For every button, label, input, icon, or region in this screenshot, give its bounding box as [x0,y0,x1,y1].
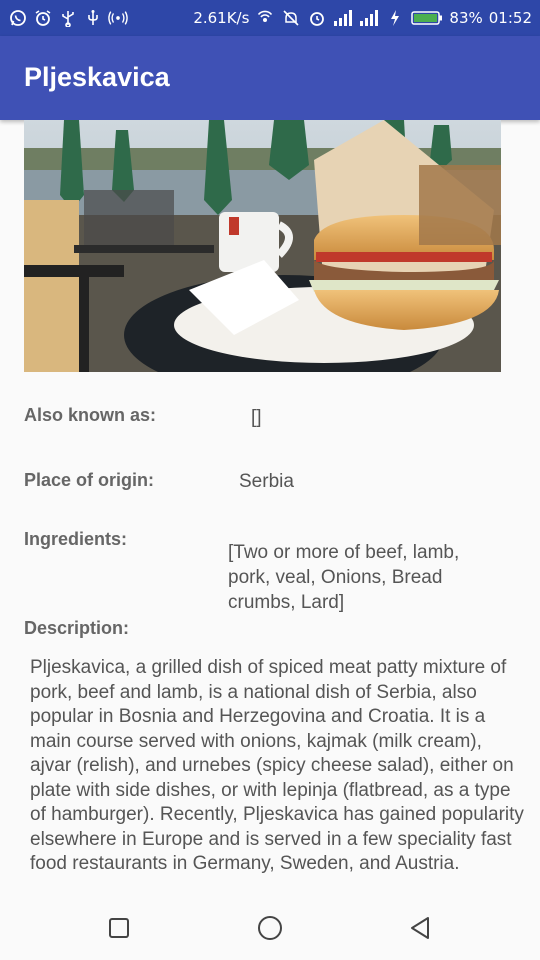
also-known-as-value: [] [251,407,262,428]
back-button[interactable] [405,915,435,945]
back-icon [408,916,432,944]
also-known-as-label: Also known as: [24,405,157,425]
signal-icon [333,8,353,28]
description-label: Description: [24,618,130,638]
place-of-origin-value: Serbia [239,471,294,492]
usb-icon [58,8,78,28]
system-indicators: 2.61K/s 83% 01:52 [193,8,532,28]
recents-icon [108,917,130,943]
alarm-icon [307,8,327,28]
hotspot-icon [255,8,275,28]
notification-icons [8,8,128,28]
network-speed: 2.61K/s [193,9,250,27]
signal-icon [359,8,379,28]
usb-debug-icon [83,8,103,28]
dish-photo [24,120,501,372]
whatsapp-icon [8,8,28,28]
recents-button[interactable] [104,915,134,945]
hotspot-icon [108,8,128,28]
charging-icon [385,8,405,28]
status-bar: 2.61K/s 83% 01:52 [0,0,540,36]
ingredients-label: Ingredients: [24,529,128,549]
clock: 01:52 [488,9,532,27]
ingredients-value: [Two or more of beef, lamb, pork, veal, … [228,542,460,613]
battery-icon [411,8,443,28]
alarm-icon [33,8,53,28]
description-text: Pljeskavica, a grilled dish of spiced me… [30,657,524,874]
navigation-bar [0,900,540,960]
page-title: Pljeskavica [24,62,170,92]
home-icon [257,915,283,945]
home-button[interactable] [255,915,285,945]
place-of-origin-label: Place of origin: [24,470,155,490]
app-bar: Pljeskavica [0,36,540,120]
mute-icon [281,8,301,28]
battery-percent: 83% [449,9,483,27]
